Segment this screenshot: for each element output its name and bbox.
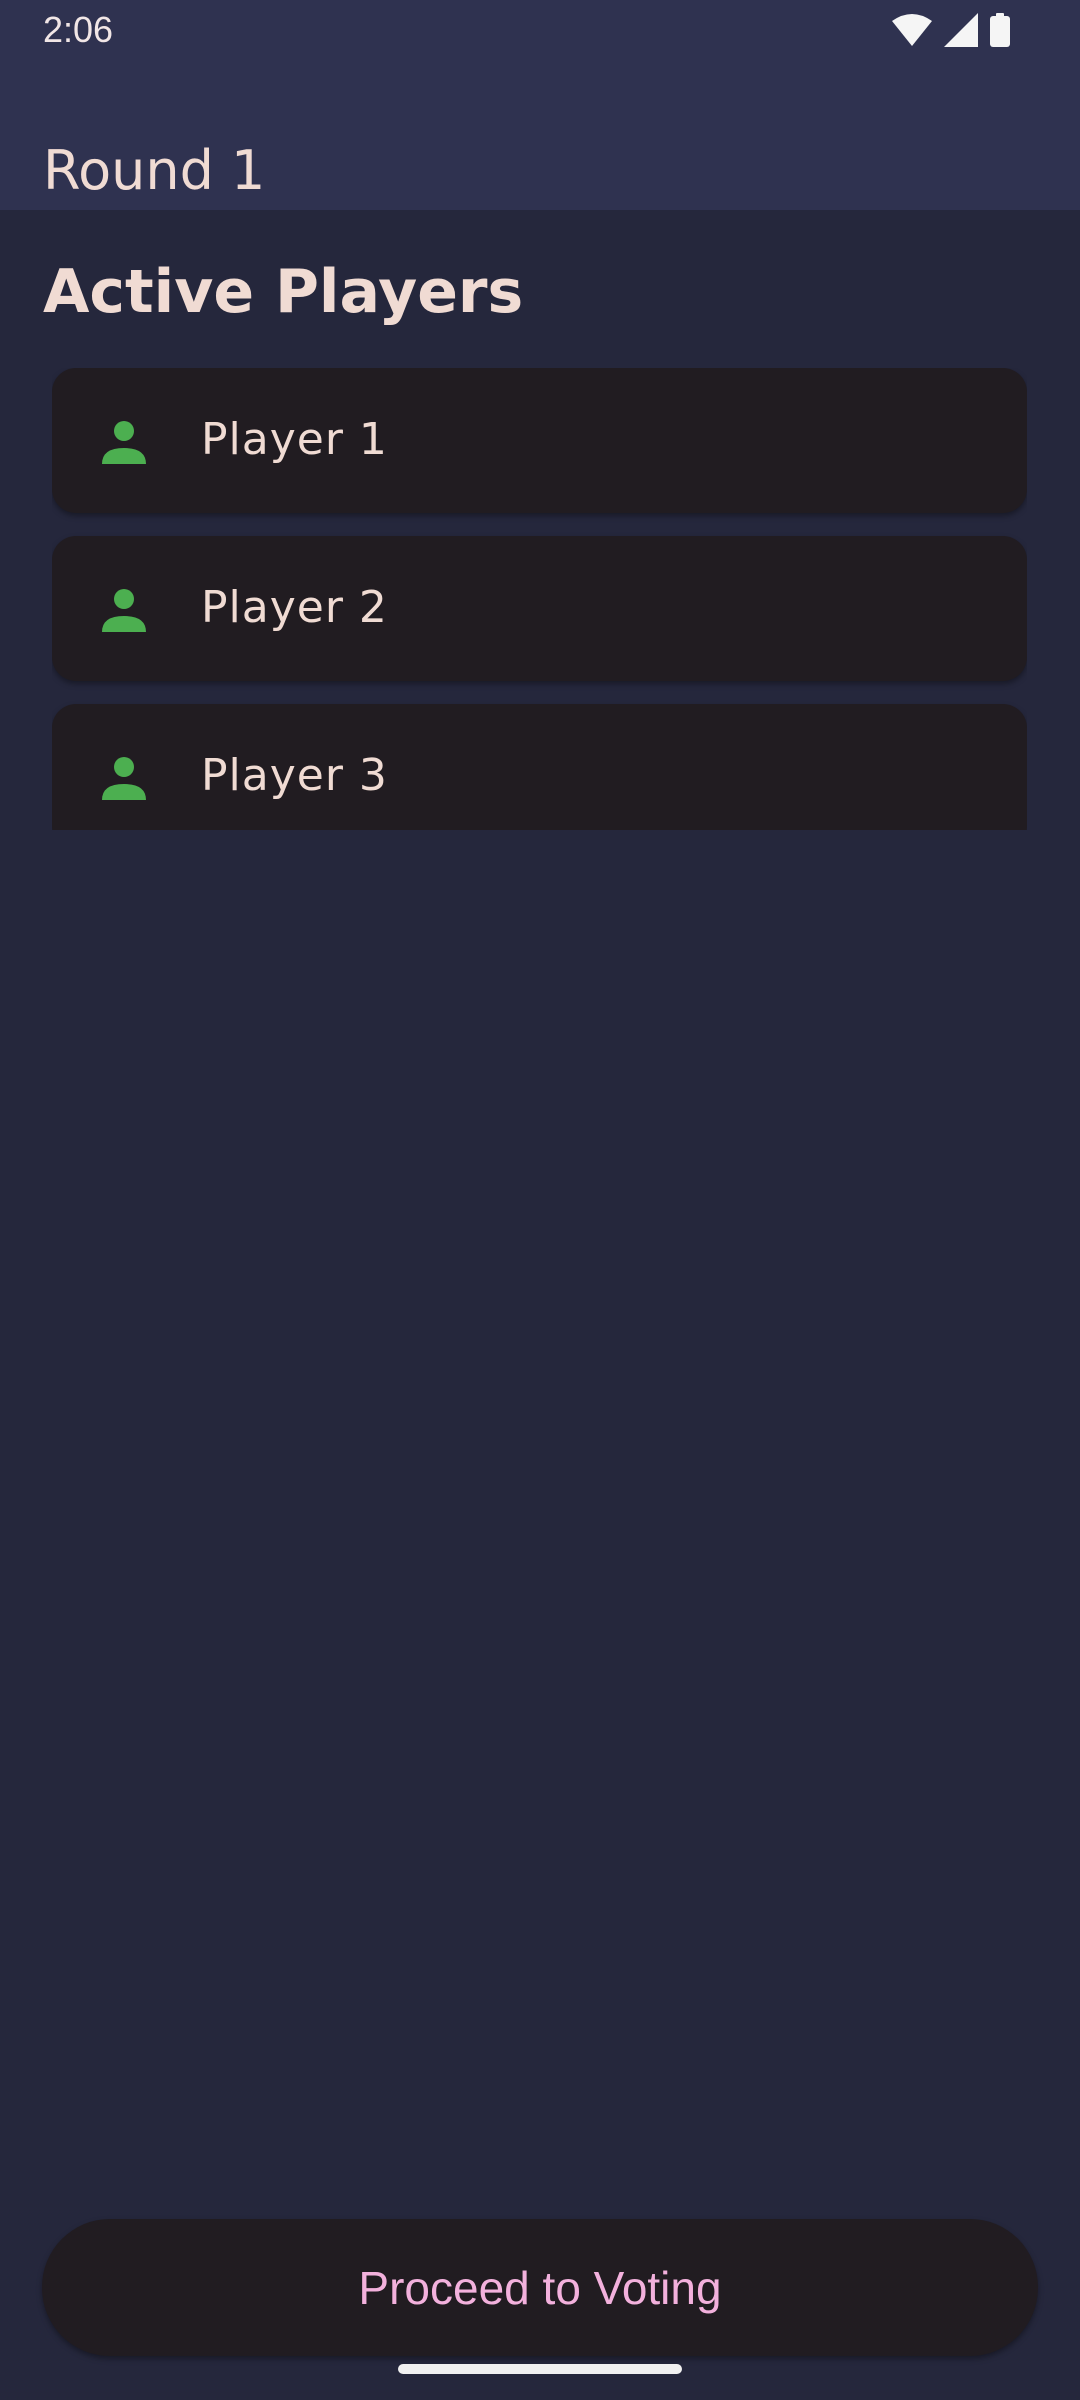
- player-name: Player 3: [201, 750, 388, 801]
- status-icons: [892, 12, 1010, 48]
- wifi-icon: [892, 13, 932, 47]
- status-time: 2:06: [43, 9, 114, 50]
- app-bar: Round 1: [0, 60, 1080, 210]
- person-icon: [100, 418, 148, 466]
- player-name: Player 2: [201, 582, 388, 633]
- person-icon: [100, 586, 148, 634]
- cellular-signal-icon: [944, 13, 978, 47]
- player-card[interactable]: Player 3: [52, 704, 1027, 830]
- player-card[interactable]: Player 2: [52, 536, 1027, 681]
- status-bar: 2:06: [0, 0, 1080, 60]
- section-title: Active Players: [43, 257, 524, 327]
- player-card[interactable]: Player 1: [52, 368, 1027, 513]
- player-list: Player 1 Player 2 Player 3: [52, 368, 1027, 830]
- person-icon: [100, 754, 148, 802]
- player-name: Player 1: [201, 414, 388, 465]
- battery-icon: [990, 13, 1010, 47]
- gesture-handle[interactable]: [398, 2364, 682, 2374]
- page-title: Round 1: [43, 139, 266, 203]
- proceed-to-voting-button[interactable]: Proceed to Voting: [42, 2219, 1038, 2356]
- screen: 2:06 Round 1 Active Players Player 1 Pla…: [0, 0, 1080, 2400]
